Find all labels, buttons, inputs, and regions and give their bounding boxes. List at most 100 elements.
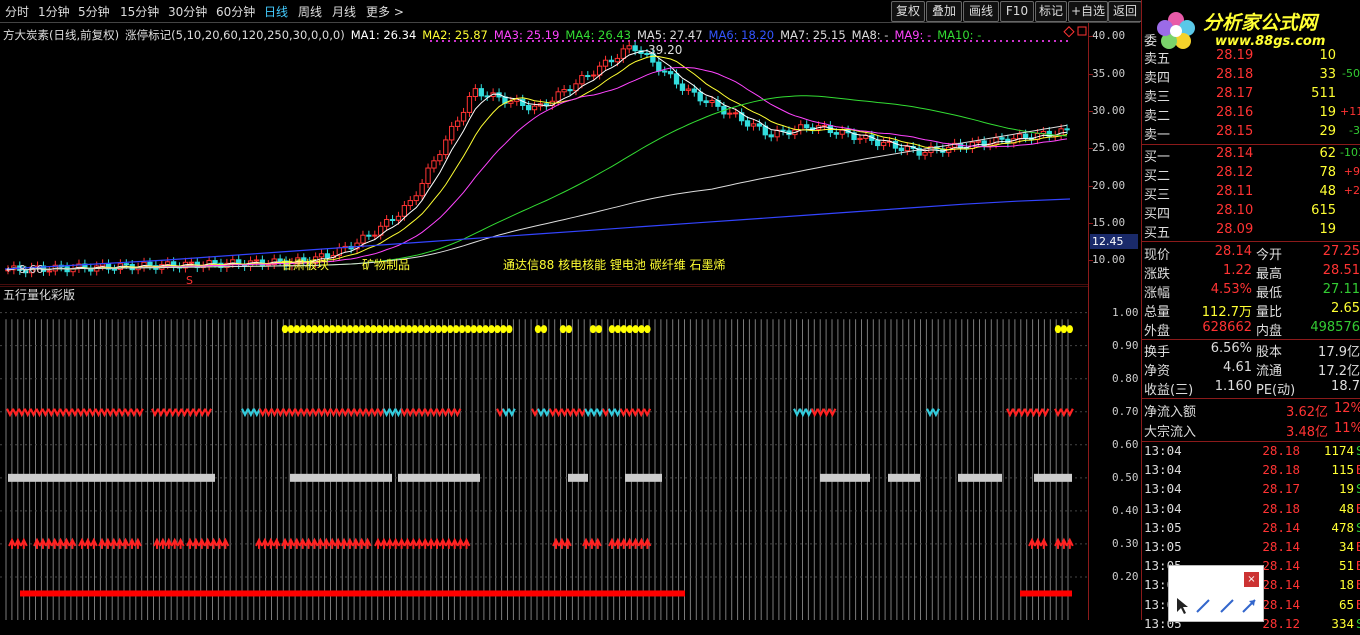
candle — [514, 94, 520, 106]
ask-volume: 29 — [1319, 124, 1336, 139]
indicator-tick-6: 0.40 — [1112, 503, 1139, 517]
flower-logo-icon — [1157, 12, 1195, 49]
candle — [904, 142, 910, 156]
candle — [922, 148, 928, 160]
tick-time: 13:05 — [1144, 539, 1182, 554]
candle — [383, 215, 390, 231]
ask-price: 28.17 — [1216, 86, 1254, 101]
period-4[interactable]: 30分钟 — [168, 3, 207, 20]
toolbar-button-0[interactable]: 复权 — [891, 1, 925, 22]
candle — [46, 266, 53, 276]
signal-band-1 — [1006, 408, 1050, 418]
signal-band-3 — [582, 537, 602, 549]
signal-band-3 — [255, 537, 281, 549]
line-tool-icon[interactable] — [1196, 599, 1210, 613]
tick-volume: 48 — [1338, 500, 1354, 516]
stat-value: 27.11 — [1322, 282, 1360, 297]
signal-band-2 — [568, 473, 588, 482]
price-tick-mark-5 — [1088, 222, 1093, 224]
price-tick-6: 10.00 — [1092, 253, 1126, 267]
stat-label: 量比 — [1256, 305, 1283, 320]
toolbar-button-2[interactable]: 画线 — [963, 1, 999, 22]
signal-band-3 — [8, 537, 28, 549]
period-3[interactable]: 15分钟 — [120, 3, 159, 20]
arrow-tool-icon[interactable] — [1242, 599, 1256, 613]
signal-band-2 — [958, 473, 1002, 482]
tick-time: 13:04 — [1144, 481, 1182, 497]
period-0[interactable]: 分时 — [5, 3, 29, 20]
price-tick-mark-4 — [1088, 185, 1093, 187]
indicator-tick-0: 1.00 — [1112, 305, 1139, 319]
toolbar-button-1[interactable]: 叠加 — [926, 1, 962, 22]
flow-pct: 12% — [1334, 401, 1360, 416]
candle — [407, 196, 413, 211]
stat-value: 498576 — [1310, 320, 1360, 335]
price-tick-mark-2 — [1088, 111, 1093, 112]
price-tick-mark-3 — [1088, 148, 1093, 150]
tick-side: B — [1356, 462, 1360, 478]
cursor-icon[interactable] — [1177, 598, 1188, 614]
bid-label: 买二 — [1144, 169, 1171, 184]
stat-value: 17.9亿 — [1318, 345, 1360, 360]
stat-label: 涨跌 — [1144, 267, 1171, 282]
ask-volume: 33 — [1319, 67, 1336, 82]
stat-label: 今开 — [1256, 248, 1283, 263]
tick-price: 28.18 — [1262, 443, 1300, 458]
bid-price: 28.10 — [1216, 203, 1254, 218]
tick-volume: 34 — [1338, 539, 1354, 554]
tick-side: S — [1356, 481, 1360, 497]
signal-band-2 — [8, 473, 215, 482]
bid-volume: 19 — [1319, 222, 1336, 237]
toolbar-button-4[interactable]: 标记 — [1035, 1, 1067, 22]
close-icon[interactable]: × — [1244, 572, 1259, 587]
flow-pct: 11% — [1334, 421, 1360, 436]
period-2[interactable]: 5分钟 — [78, 3, 110, 20]
period-5[interactable]: 60分钟 — [216, 3, 255, 20]
logo-title: 分析家公式网 — [1203, 12, 1318, 34]
flow-value: 3.48亿 — [1286, 425, 1328, 440]
period-9[interactable]: 更多 > — [366, 3, 404, 20]
candle — [679, 79, 686, 95]
candle — [502, 92, 508, 108]
annotation-0: 甘肃板块 — [281, 258, 329, 272]
candle — [395, 211, 402, 225]
signal-band-0 — [1054, 325, 1074, 334]
period-8[interactable]: 月线 — [332, 3, 356, 20]
flow-label: 净流入额 — [1144, 405, 1197, 420]
flow-label: 大宗流入 — [1144, 425, 1197, 440]
candle — [82, 259, 88, 273]
candle — [951, 138, 958, 152]
period-1[interactable]: 1分钟 — [38, 3, 70, 20]
candle — [703, 96, 709, 108]
ask-price: 28.19 — [1216, 48, 1254, 63]
period-7[interactable]: 周线 — [298, 3, 322, 20]
indicator-tick-5: 0.50 — [1112, 470, 1139, 484]
indicator-chart[interactable]: 五行量化彩版 — [0, 286, 1088, 620]
candle — [768, 130, 774, 142]
kline-chart[interactable]: 39.20 ← 8.66 S 甘肃板块 矿物制品 通达信88 核电核能 锂电池 碳纤维 石… — [0, 23, 1088, 285]
toolbar-button-5[interactable]: +自选 — [1068, 1, 1108, 22]
stat-label: 净资 — [1144, 364, 1171, 379]
tick-time: 13:04 — [1144, 500, 1182, 516]
indicator-tick-3: 0.70 — [1112, 404, 1139, 418]
divider — [1141, 339, 1360, 340]
ask-row-4: 卖四 28.18 33 -50 — [1144, 67, 1360, 86]
signal-band-2 — [290, 473, 392, 482]
candle — [738, 108, 745, 126]
indicator-tick-8: 0.20 — [1112, 569, 1139, 583]
toolbar-button-3[interactable]: F10 — [1000, 1, 1034, 22]
signal-band-0 — [559, 325, 573, 334]
period-6[interactable]: 日线 — [264, 3, 288, 20]
candle — [111, 264, 118, 274]
bid-label: 买五 — [1144, 226, 1171, 241]
signal-band-3 — [153, 537, 185, 549]
candle — [543, 99, 550, 110]
stat-value: 27.25 — [1322, 244, 1360, 259]
segment-tool-icon[interactable] — [1220, 599, 1234, 613]
tick-side: B — [1356, 539, 1360, 554]
ask-label: 卖三 — [1144, 90, 1171, 105]
ask-price: 28.18 — [1216, 67, 1254, 82]
price-tick-5: 15.00 — [1092, 215, 1126, 229]
signal-band-3 — [1028, 537, 1048, 549]
toolbar-button-6[interactable]: 返回 — [1108, 1, 1142, 22]
